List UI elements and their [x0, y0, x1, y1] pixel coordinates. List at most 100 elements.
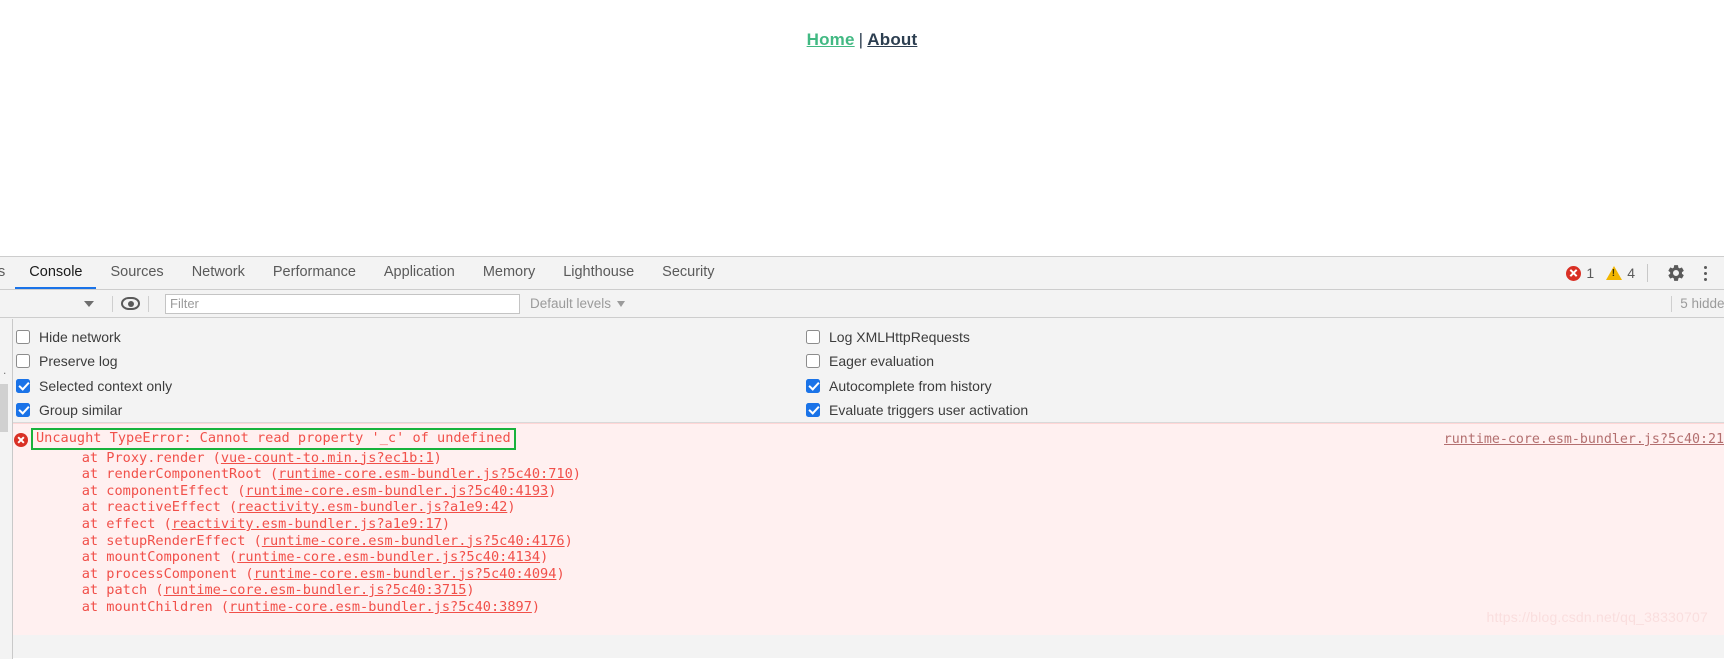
stack-frame: at reactiveEffect (reactivity.esm-bundle…: [0, 499, 1724, 516]
stack-frame-fn: at componentEffect (: [49, 482, 246, 499]
stack-frame-link[interactable]: reactivity.esm-bundler.js?a1e9:42: [237, 499, 507, 515]
gear-icon[interactable]: [1666, 263, 1686, 283]
tab-memory[interactable]: Memory: [469, 257, 549, 289]
toolbar-divider-1: [112, 295, 113, 312]
stack-frame-link[interactable]: runtime-core.esm-bundler.js?5c40:4094: [254, 566, 557, 582]
warning-count-badge[interactable]: 4: [1606, 265, 1635, 281]
setting-label: Preserve log: [39, 353, 118, 370]
setting-label: Eager evaluation: [829, 353, 935, 370]
stack-frame-close: ): [507, 499, 516, 516]
log-level-dropdown[interactable]: Default levels: [530, 296, 626, 311]
console-filter-toolbar: Default levels 5 hidden: [0, 290, 1724, 318]
sidebar-toggle-icon[interactable]: [84, 300, 94, 307]
setting-label: Log XMLHttpRequests: [829, 329, 970, 346]
setting-selected-context-only[interactable]: Selected context only: [16, 374, 806, 398]
nav-link-home[interactable]: Home: [807, 30, 855, 49]
stack-frame: at processComponent (runtime-core.esm-bu…: [0, 566, 1724, 583]
setting-label: Autocomplete from history: [829, 377, 992, 394]
more-options-icon[interactable]: [1696, 265, 1714, 281]
hidden-messages-count: 5 hidden: [1663, 295, 1724, 312]
checkbox-autocomplete-from-history[interactable]: [806, 378, 820, 393]
error-headline-highlight: Uncaught TypeError: Cannot read property…: [31, 428, 516, 450]
setting-label: Hide network: [39, 329, 121, 346]
stack-frame: at setupRenderEffect (runtime-core.esm-b…: [0, 533, 1724, 550]
stack-frame-fn: at effect (: [49, 515, 172, 532]
stack-frame-fn: at renderComponentRoot (: [49, 466, 279, 483]
devtools-sidebar-rail: .: [0, 319, 13, 659]
stack-frame-link[interactable]: runtime-core.esm-bundler.js?5c40:710: [278, 466, 573, 482]
console-message-error[interactable]: runtime-core.esm-bundler.js?5c40:21 Unca…: [0, 423, 1724, 616]
checkbox-evaluate-triggers-user-activation[interactable]: [806, 402, 820, 417]
stack-frame-fn: at mountComponent (: [49, 549, 238, 566]
chevron-down-icon: [617, 300, 626, 307]
setting-eager-evaluation[interactable]: Eager evaluation: [806, 349, 1406, 373]
rail-dot: .: [3, 363, 7, 377]
stack-frame-link[interactable]: vue-count-to.min.js?ec1b:1: [221, 450, 434, 466]
stack-frame-link[interactable]: reactivity.esm-bundler.js?a1e9:17: [172, 516, 442, 532]
console-output-area: runtime-core.esm-bundler.js?5c40:21 Unca…: [0, 423, 1724, 635]
tab-console[interactable]: Console: [15, 257, 97, 289]
setting-log-xmlhttprequests[interactable]: Log XMLHttpRequests: [806, 325, 1406, 349]
devtools-status-area: 1 4: [1566, 257, 1724, 289]
tab-performance[interactable]: Performance: [259, 257, 370, 289]
settings-column-right: Log XMLHttpRequests Eager evaluation Aut…: [806, 325, 1406, 422]
stack-frame: at effect (reactivity.esm-bundler.js?a1e…: [0, 516, 1724, 533]
setting-hide-network[interactable]: Hide network: [16, 325, 806, 349]
filter-input[interactable]: [165, 293, 520, 314]
checkbox-selected-context-only[interactable]: [16, 378, 30, 393]
message-source-link[interactable]: runtime-core.esm-bundler.js?5c40:21: [1444, 432, 1724, 447]
stack-frame-fn: at processComponent (: [49, 565, 254, 582]
stack-frame-close: ): [433, 449, 442, 466]
stack-frame-close: ): [572, 466, 581, 483]
checkbox-preserve-log[interactable]: [16, 354, 30, 369]
stack-frame: at patch (runtime-core.esm-bundler.js?5c…: [0, 582, 1724, 599]
checkbox-hide-network[interactable]: [16, 330, 30, 345]
setting-label: Group similar: [39, 401, 123, 418]
stack-frame-link[interactable]: runtime-core.esm-bundler.js?5c40:4176: [262, 533, 565, 549]
toolbar-divider-3: [1671, 295, 1673, 312]
tab-sources[interactable]: Sources: [96, 257, 177, 289]
stack-frame-link[interactable]: runtime-core.esm-bundler.js?5c40:4193: [245, 483, 548, 499]
setting-group-similar[interactable]: Group similar: [16, 398, 806, 422]
stack-frame-link[interactable]: runtime-core.esm-bundler.js?5c40:3715: [164, 582, 467, 598]
checkbox-eager-evaluation[interactable]: [806, 354, 820, 369]
stack-frame-fn: at setupRenderEffect (: [49, 532, 262, 549]
stack-frame: at mountChildren (runtime-core.esm-bundl…: [0, 599, 1724, 616]
stack-frame-link[interactable]: runtime-core.esm-bundler.js?5c40:3897: [229, 599, 532, 615]
stack-frame-close: ): [548, 482, 557, 499]
stack-frame-fn: at patch (: [49, 582, 164, 599]
tab-application[interactable]: Application: [370, 257, 469, 289]
tab-security[interactable]: Security: [648, 257, 728, 289]
warning-icon: [1606, 266, 1623, 280]
tab-lighthouse[interactable]: Lighthouse: [549, 257, 648, 289]
nav-separator: |: [858, 30, 864, 49]
log-level-label: Default levels: [530, 296, 612, 311]
checkbox-group-similar[interactable]: [16, 402, 30, 417]
settings-column-left: Hide network Preserve log Selected conte…: [16, 325, 806, 422]
site-nav: Home | About: [0, 30, 1724, 50]
devtools-tabstrip: ts Console Sources Network Performance A…: [0, 257, 1724, 290]
tab-network[interactable]: Network: [178, 257, 259, 289]
setting-evaluate-triggers-user-activation[interactable]: Evaluate triggers user activation: [806, 398, 1406, 422]
setting-preserve-log[interactable]: Preserve log: [16, 349, 806, 373]
eye-icon[interactable]: [121, 297, 140, 310]
stack-frame-close: ): [556, 565, 565, 582]
nav-link-about[interactable]: About: [867, 30, 917, 49]
error-count-badge[interactable]: 1: [1566, 265, 1594, 281]
stack-frame-close: ): [466, 582, 475, 599]
stack-frame: at Proxy.render (vue-count-to.min.js?ec1…: [0, 450, 1724, 467]
error-icon: [1566, 265, 1582, 281]
stack-frame-link[interactable]: runtime-core.esm-bundler.js?5c40:4134: [237, 549, 540, 565]
setting-label: Selected context only: [39, 377, 173, 394]
setting-autocomplete-from-history[interactable]: Autocomplete from history: [806, 374, 1406, 398]
checkbox-log-xmlhttprequests[interactable]: [806, 330, 820, 345]
stack-frame-close: ): [564, 532, 573, 549]
stack-frame-fn: at reactiveEffect (: [49, 499, 238, 516]
stack-frame-fn: at Proxy.render (: [49, 449, 221, 466]
tab-elements-clipped[interactable]: ts: [0, 257, 15, 289]
status-divider: [1647, 264, 1648, 282]
hidden-messages-label: 5 hidden: [1680, 296, 1724, 311]
stack-frame: at componentEffect (runtime-core.esm-bun…: [0, 483, 1724, 500]
console-settings-pane: Hide network Preserve log Selected conte…: [0, 318, 1724, 423]
scrollbar-thumb[interactable]: [0, 384, 8, 432]
